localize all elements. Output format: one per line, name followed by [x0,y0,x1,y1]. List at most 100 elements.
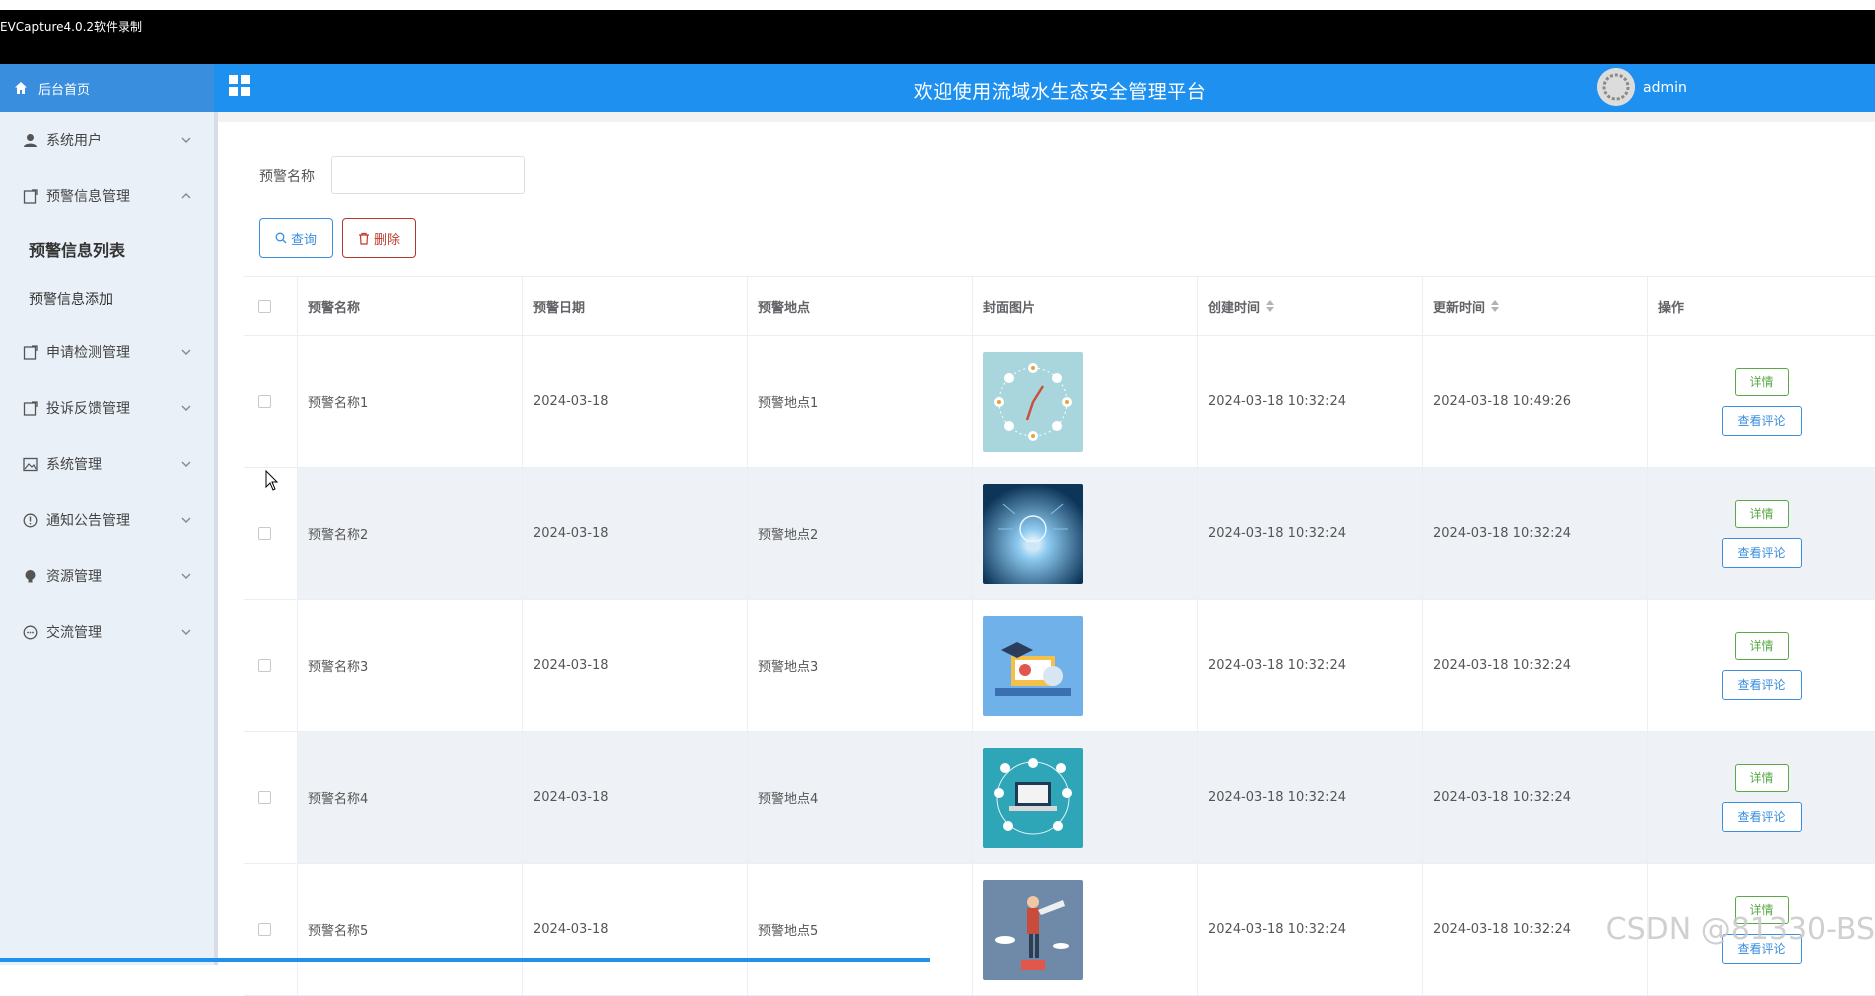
cell-place: 预警地点4 [748,732,973,863]
watermark: CSDN @81330-BS [1605,912,1875,947]
window-top-strip [0,0,1875,10]
chevron-down-icon [181,517,191,523]
cell-name: 预警名称4 [298,732,523,863]
view-comments-button[interactable]: 查看评论 [1721,405,1802,436]
cell-updated: 2024-03-18 10:32:24 [1423,732,1648,863]
view-comments-button[interactable]: 查看评论 [1721,669,1802,700]
document-icon [22,188,38,204]
row-checkbox[interactable] [258,395,271,408]
view-comments-button[interactable]: 查看评论 [1721,801,1802,832]
bottom-progress-line [0,958,930,962]
cell-created: 2024-03-18 10:32:24 [1198,732,1423,863]
cover-image-clock[interactable] [983,351,1083,452]
search-button[interactable]: 查询 [259,218,333,258]
cover-image-online-education[interactable] [983,747,1083,848]
chevron-down-icon [181,573,191,579]
column-header-label: 更新时间 [1433,300,1486,316]
sidebar-item-system-management[interactable]: 系统管理 [0,436,214,492]
sidebar-item-inspection-management[interactable]: 申请检测管理 [0,324,214,380]
detail-button[interactable]: 详情 [1734,763,1789,792]
select-all-cell [244,277,298,335]
table-header-row: 预警名称 预警日期 预警地点 封面图片 创建时间 更新时间 操作 [244,277,1875,336]
sidebar-item-resource-management[interactable]: 资源管理 [0,548,214,604]
top-header: 后台首页 欢迎使用流域水生态安全管理平台 admin [0,64,1875,112]
sort-icon[interactable] [1491,300,1500,312]
sidebar-item-label: 通知公告管理 [46,513,130,529]
chevron-down-icon [181,461,191,467]
cell-actions: 详情 查看评论 [1648,468,1875,599]
column-header: 预警名称 [298,277,523,335]
chevron-up-icon [181,193,191,199]
sidebar-item-label: 系统用户 [46,133,102,149]
chevron-down-icon [181,137,191,143]
column-header-created[interactable]: 创建时间 [1198,277,1423,335]
recorder-title: EVCapture4.0.2软件录制 [0,20,143,34]
avatar[interactable] [1597,68,1635,106]
cell-name: 预警名称2 [298,468,523,599]
sidebar-item-notice-management[interactable]: 通知公告管理 [0,492,214,548]
cell-actions: 详情 查看评论 [1648,732,1875,863]
detail-button[interactable]: 详情 [1734,631,1789,660]
cell-updated: 2024-03-18 10:49:26 [1423,336,1648,467]
cell-cover [973,336,1198,467]
sidebar-item-communication-management[interactable]: 交流管理 [0,604,214,660]
row-checkbox[interactable] [258,923,271,936]
row-select-cell [244,732,298,863]
delete-button-label: 删除 [373,232,400,248]
cover-image-lightbulb[interactable] [983,483,1083,584]
column-header: 预警地点 [748,277,973,335]
row-select-cell [244,864,298,995]
cell-place: 预警地点2 [748,468,973,599]
select-all-checkbox[interactable] [258,299,271,313]
sidebar-item-label: 系统管理 [46,457,102,473]
sidebar-item-system-users[interactable]: 系统用户 [0,112,214,168]
detail-button[interactable]: 详情 [1734,367,1789,396]
sidebar-subitem-label: 预警信息列表 [29,241,126,260]
cell-date: 2024-03-18 [523,468,748,599]
sidebar-item-complaint-management[interactable]: 投诉反馈管理 [0,380,214,436]
page-title: 欢迎使用流域水生态安全管理平台 [913,81,1207,103]
cell-updated: 2024-03-18 10:32:24 [1423,468,1648,599]
cell-actions: 详情 查看评论 [1648,336,1875,467]
cell-name: 预警名称5 [298,864,523,995]
chat-icon [22,624,38,640]
username[interactable]: admin [1643,80,1687,96]
row-checkbox[interactable] [258,659,271,672]
trash-icon [358,232,369,245]
sidebar-item-warning-management[interactable]: 预警信息管理 [0,168,214,224]
sort-icon[interactable] [1266,300,1275,312]
user-icon [22,132,38,148]
cell-date: 2024-03-18 [523,864,748,995]
sidebar-item-label: 申请检测管理 [46,345,130,361]
cover-image-education[interactable] [983,615,1083,716]
document-icon [22,344,38,360]
cell-created: 2024-03-18 10:32:24 [1198,864,1423,995]
recorder-bar: EVCapture4.0.2软件录制 [0,10,1875,64]
sidebar-item-label: 资源管理 [46,569,102,585]
column-header-updated[interactable]: 更新时间 [1423,277,1648,335]
row-select-cell [244,336,298,467]
column-header: 操作 [1648,277,1875,335]
row-checkbox[interactable] [258,791,271,804]
chevron-down-icon [181,629,191,635]
content-top-shadow [218,112,1875,122]
sidebar-subitem-warning-list[interactable]: 预警信息列表 [0,224,214,274]
column-header: 预警日期 [523,277,748,335]
cell-created: 2024-03-18 10:32:24 [1198,600,1423,731]
cell-updated: 2024-03-18 10:32:24 [1423,600,1648,731]
sidebar-subitem-warning-add[interactable]: 预警信息添加 [0,274,214,324]
cell-date: 2024-03-18 [523,732,748,863]
sidebar: 系统用户 预警信息管理 预警信息列表 预警信息添加 申请检测管理 投诉反馈管理 … [0,112,218,965]
detail-button[interactable]: 详情 [1734,499,1789,528]
warning-name-search-input[interactable] [331,156,525,194]
delete-button[interactable]: 删除 [342,218,416,258]
view-comments-button[interactable]: 查看评论 [1721,537,1802,568]
row-checkbox[interactable] [258,527,271,540]
cell-name: 预警名称1 [298,336,523,467]
search-button-label: 查询 [290,232,317,248]
table-row: 预警名称1 2024-03-18 预警地点1 2024-03-18 10:32:… [244,336,1875,468]
sidebar-item-label: 交流管理 [46,625,102,641]
row-select-cell [244,600,298,731]
cell-place: 预警地点3 [748,600,973,731]
chevron-down-icon [181,405,191,411]
